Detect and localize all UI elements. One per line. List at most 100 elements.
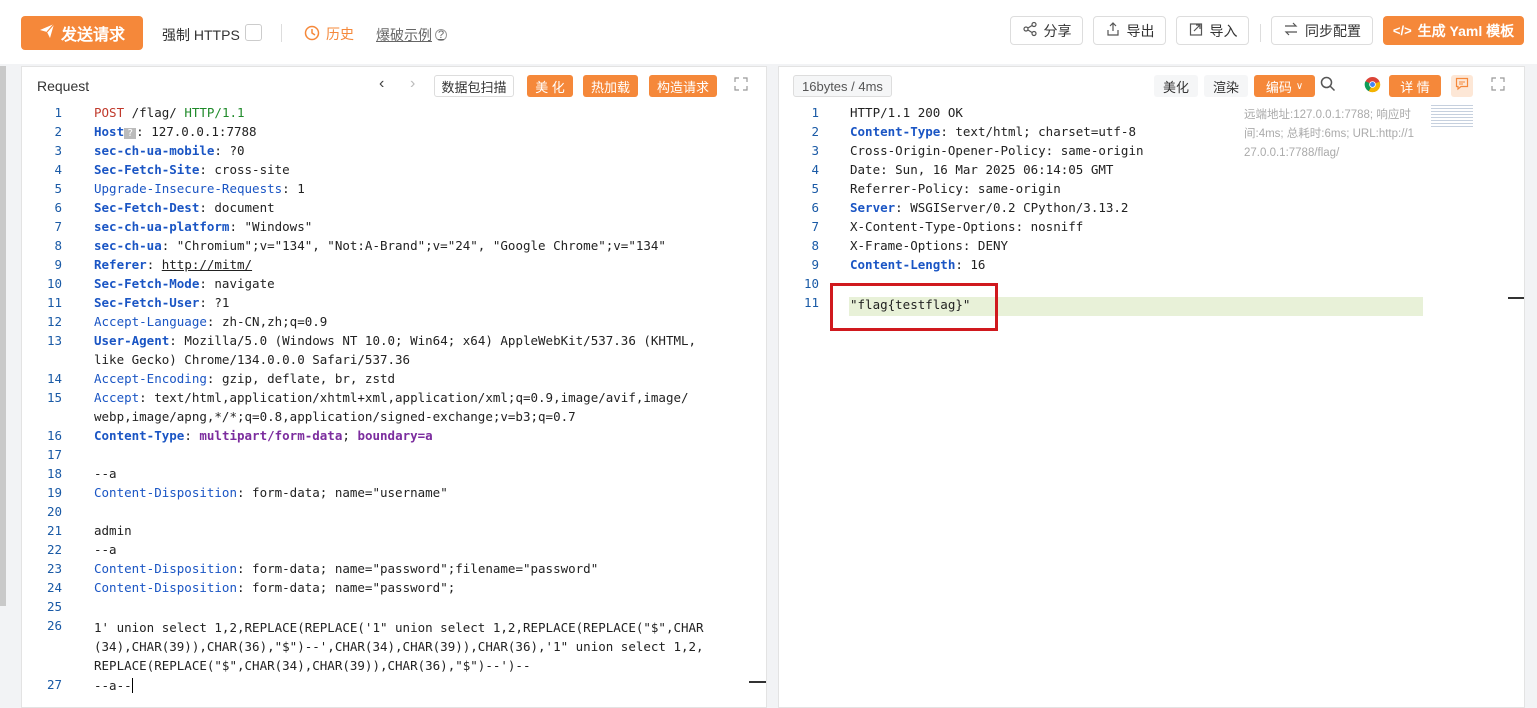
- brute-example-link[interactable]: 爆破示例 ?: [376, 25, 447, 45]
- code-line: sec-ch-ua-mobile: ?0: [94, 143, 245, 158]
- line-number: 4: [811, 162, 819, 177]
- detail-button[interactable]: 详 情: [1389, 75, 1441, 97]
- sync-config-label: 同步配置: [1305, 22, 1361, 39]
- code-line: sec-ch-ua-platform: "Windows": [94, 219, 313, 234]
- code-line: Date: Sun, 16 Mar 2025 06:14:05 GMT: [850, 162, 1114, 177]
- line-number: 16: [46, 428, 62, 443]
- code-line: Referrer-Policy: same-origin: [850, 181, 1061, 196]
- line-number: 3: [54, 143, 62, 158]
- code-line: Accept-Language: zh-CN,zh;q=0.9: [94, 314, 328, 329]
- import-button[interactable]: 导入: [1176, 16, 1249, 45]
- comment-button[interactable]: [1451, 75, 1473, 97]
- history-button[interactable]: 历史: [304, 24, 354, 44]
- generate-yaml-button[interactable]: </> 生成 Yaml 模板: [1383, 16, 1524, 45]
- line-number: 8: [811, 238, 819, 253]
- line-number: 11: [803, 295, 819, 310]
- line-number: 24: [46, 580, 62, 595]
- comment-icon: [1455, 77, 1469, 96]
- remote-info-line: 远端地址:127.0.0.1:7788; 响应时: [1244, 109, 1411, 121]
- line-number: 6: [811, 200, 819, 215]
- line-number: 5: [811, 181, 819, 196]
- code-line: --a: [94, 542, 117, 557]
- search-icon[interactable]: [1320, 76, 1336, 97]
- encode-dropdown[interactable]: 编码 ∨: [1254, 75, 1315, 97]
- line-number: 13: [46, 333, 62, 348]
- line-number: 20: [46, 504, 62, 519]
- code-line: webp,image/apng,*/*;q=0.8,application/si…: [94, 409, 576, 424]
- code-line: Server: WSGIServer/0.2 CPython/3.13.2: [850, 200, 1129, 215]
- scroll-marker: [749, 681, 766, 683]
- share-icon: [1022, 21, 1038, 40]
- forward-arrow-icon[interactable]: ›: [410, 75, 415, 93]
- annotation-box: [830, 283, 998, 331]
- encode-label: 编码: [1265, 79, 1292, 95]
- request-panel: Request ‹ › 数据包扫描 美 化 热加载 构造请求 123456789…: [21, 66, 767, 708]
- back-arrow-icon[interactable]: ‹: [379, 75, 384, 93]
- minimap[interactable]: [1431, 105, 1473, 127]
- line-number: 10: [46, 276, 62, 291]
- code-line: sec-ch-ua: "Chromium";v="134", "Not:A-Br…: [94, 238, 666, 253]
- code-line: Accept: text/html,application/xhtml+xml,…: [94, 390, 689, 405]
- code-line: User-Agent: Mozilla/5.0 (Windows NT 10.0…: [94, 333, 697, 348]
- beautify-button[interactable]: 美 化: [527, 75, 573, 97]
- import-label: 导入: [1209, 22, 1238, 39]
- code-line: --a--: [94, 678, 133, 693]
- code-line: X-Content-Type-Options: nosniff: [850, 219, 1084, 234]
- code-line: admin: [94, 523, 132, 538]
- code-line: Content-Disposition: form-data; name="us…: [94, 485, 448, 500]
- code-line: HTTP/1.1 200 OK: [850, 105, 963, 120]
- code-line: (34),CHAR(39)),CHAR(36),"$")--',CHAR(34)…: [94, 639, 704, 654]
- code-icon: </>: [1392, 23, 1412, 38]
- code-line: POST /flag/ HTTP/1.1: [94, 105, 245, 120]
- line-number: 22: [46, 542, 62, 557]
- response-size-badge: 16bytes / 4ms: [793, 75, 892, 97]
- sync-config-button[interactable]: 同步配置: [1271, 16, 1373, 45]
- construct-request-button[interactable]: 构造请求: [649, 75, 717, 97]
- line-number: 15: [46, 390, 62, 405]
- hotload-button[interactable]: 热加载: [583, 75, 638, 97]
- divider: [281, 24, 282, 42]
- response-beautify-button[interactable]: 美化: [1154, 75, 1198, 97]
- chrome-icon[interactable]: [1364, 76, 1381, 98]
- code-line: like Gecko) Chrome/134.0.0.0 Safari/537.…: [94, 352, 411, 367]
- code-line: Sec-Fetch-Mode: navigate: [94, 276, 275, 291]
- request-panel-header: Request ‹ › 数据包扫描 美 化 热加载 构造请求: [22, 67, 766, 103]
- page-scrollbar[interactable]: [0, 66, 6, 606]
- line-number: 18: [46, 466, 62, 481]
- scroll-marker: [1508, 297, 1524, 299]
- response-editor[interactable]: 1 2 3 4 5 6 7 8 9 10 11 HTTP/1.1 200 OK Content-Ty…: [779, 105, 1524, 707]
- line-number: 14: [46, 371, 62, 386]
- line-number: 26: [46, 618, 62, 633]
- force-https-checkbox[interactable]: [245, 24, 262, 41]
- line-number: 3: [811, 143, 819, 158]
- line-number: 9: [811, 257, 819, 272]
- share-label: 分享: [1043, 22, 1072, 39]
- line-number: 19: [46, 485, 62, 500]
- response-panel: 16bytes / 4ms 美化 渲染 编码 ∨ 详 情 1 2 3 4 5 6 7 8 9 10…: [778, 66, 1525, 708]
- divider: [1260, 24, 1261, 42]
- share-button[interactable]: 分享: [1010, 16, 1083, 45]
- force-https-label: 强制 HTTPS: [162, 27, 240, 43]
- request-title: Request: [37, 78, 90, 94]
- chevron-down-icon: ∨: [1295, 80, 1304, 92]
- upload-icon: [1105, 21, 1121, 40]
- expand-icon[interactable]: [1491, 77, 1505, 96]
- line-number: 1: [54, 105, 62, 120]
- export-button[interactable]: 导出: [1093, 16, 1166, 45]
- code-line: Accept-Encoding: gzip, deflate, br, zstd: [94, 371, 396, 386]
- code-line: Content-Length: 16: [850, 257, 986, 272]
- expand-icon[interactable]: [734, 77, 748, 94]
- code-line: Content-Disposition: form-data; name="pa…: [94, 580, 456, 595]
- packet-scan-button[interactable]: 数据包扫描: [434, 75, 514, 97]
- send-request-button[interactable]: 发送请求: [21, 16, 143, 50]
- brute-example-label: 爆破示例: [376, 27, 432, 43]
- line-number: 17: [46, 447, 62, 462]
- code-line: Referer: http://mitm/: [94, 257, 253, 272]
- line-number: 5: [54, 181, 62, 196]
- render-button[interactable]: 渲染: [1204, 75, 1248, 97]
- code-line: Sec-Fetch-Site: cross-site: [94, 162, 290, 177]
- remote-info-line: 间:4ms; 总耗时:6ms; URL:http://1: [1244, 128, 1414, 140]
- remote-info: 远端地址:127.0.0.1:7788; 响应时 间:4ms; 总耗时:6ms;…: [1244, 106, 1414, 163]
- code-line: 1' union select 1,2,REPLACE(REPLACE('1" …: [94, 620, 704, 635]
- request-editor[interactable]: 1 2 3 4 5 6 7 8 9 10 11 12 13 14 15 16 17 18 19 20 21 22 23 24 2…: [22, 105, 766, 707]
